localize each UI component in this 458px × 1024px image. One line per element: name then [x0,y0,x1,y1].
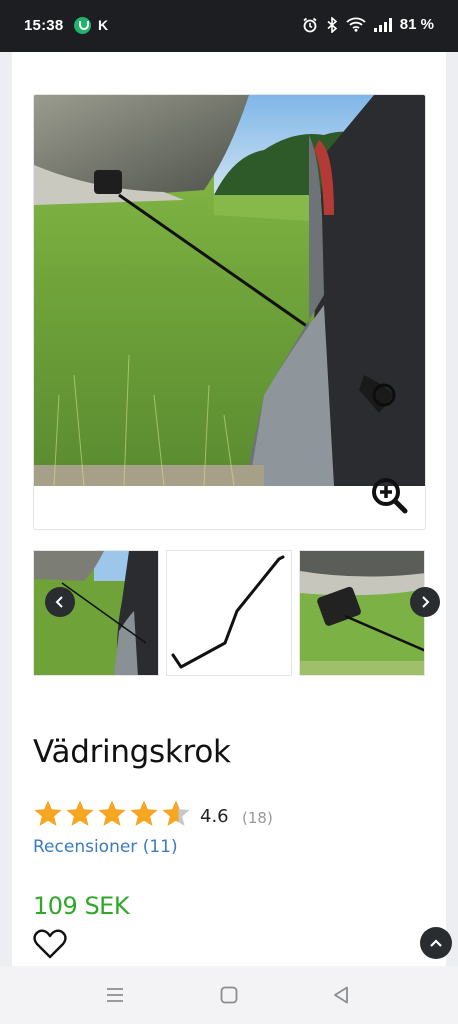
bluetooth-icon [326,16,338,33]
back-icon[interactable] [330,984,352,1006]
zoom-icon[interactable] [371,477,409,515]
rating-count: (18) [242,809,273,827]
rating-value: 4.6 [200,806,229,827]
scroll-to-top-button[interactable] [420,927,452,959]
thumbnail-carousel [33,550,440,676]
chevron-up-icon [430,939,442,947]
star-icon [66,800,94,826]
thumbnail-3[interactable] [299,550,425,676]
vpn-app-icon [74,17,91,34]
home-icon[interactable] [218,984,240,1006]
hook-closeup-photo [300,551,424,675]
star-icon [130,800,158,826]
product-page: Vädringskrok 4.6 (18) Recensioner (11) 1… [12,52,446,966]
menu-icon[interactable] [104,984,126,1006]
system-nav-bar [0,966,458,1024]
signal-icon [373,17,392,32]
star-icon [98,800,126,826]
car-trunk-photo [34,95,425,486]
battery-level: 81 % [399,16,434,33]
status-time: 15:38 [24,17,64,34]
product-title: Vädringskrok [33,734,231,770]
reviews-link[interactable]: Recensioner (11) [33,837,178,857]
thumbnail-2[interactable] [166,550,292,676]
alarm-icon [302,17,318,33]
hook-product-photo [167,551,291,675]
star-icon [34,800,62,826]
status-carrier-letter: K [98,17,109,33]
chevron-left-icon [55,596,63,608]
status-bar: 15:38 K 81 % [0,0,458,52]
carousel-next-button[interactable] [410,587,440,617]
chevron-right-icon [422,596,430,608]
wifi-icon [346,17,366,32]
heart-icon[interactable] [32,928,68,960]
main-product-image[interactable] [33,94,426,530]
star-icon [162,800,190,826]
rating-stars [33,798,193,828]
product-price: 109 SEK [33,892,130,920]
carousel-prev-button[interactable] [45,587,75,617]
